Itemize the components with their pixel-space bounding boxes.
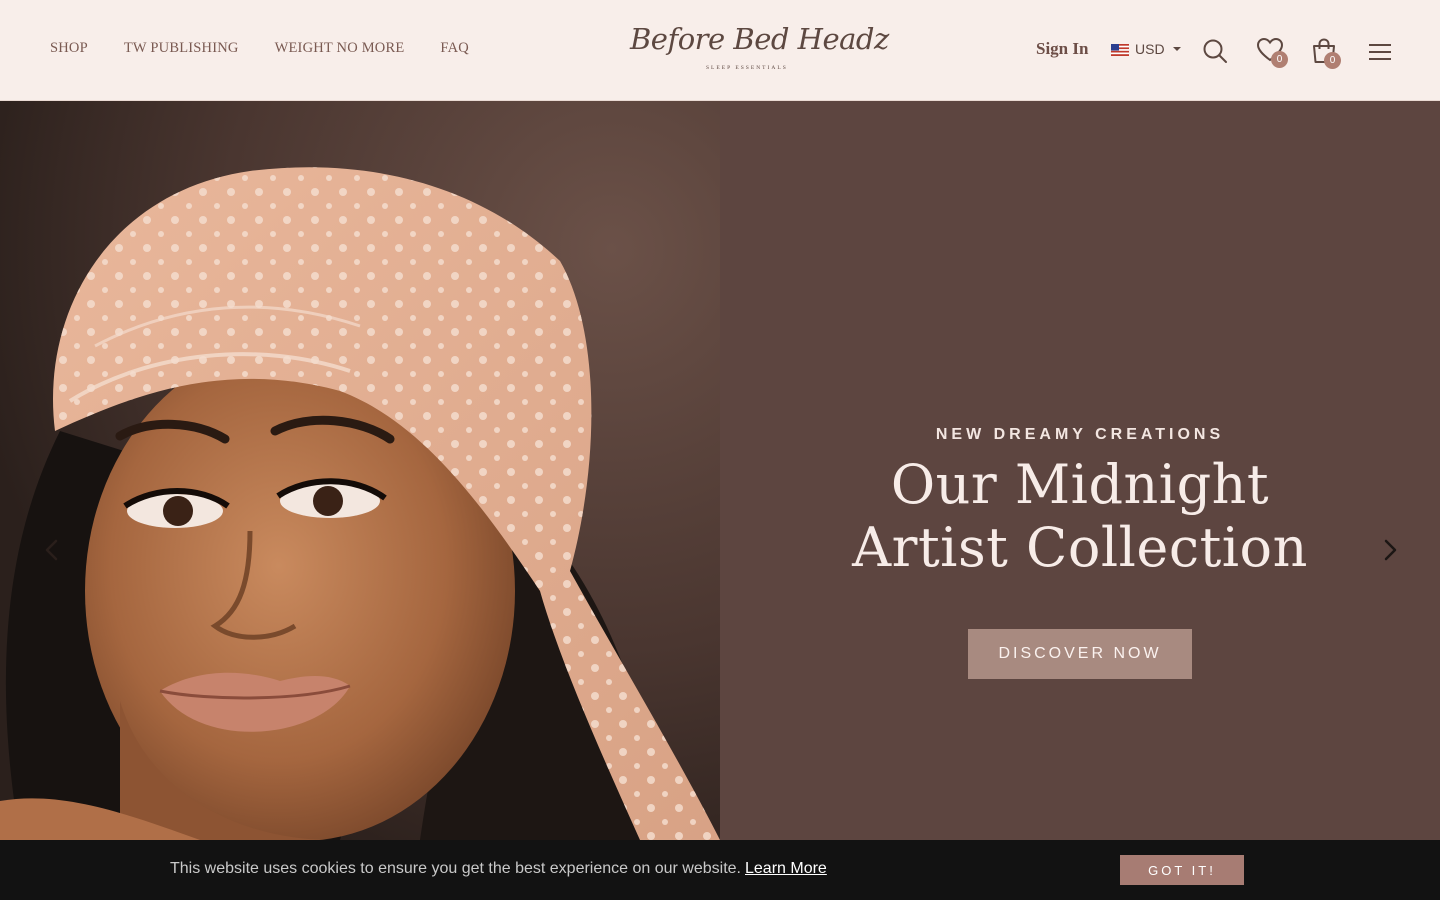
hero-kicker: NEW DREAMY CREATIONS [935,426,1225,443]
hero-text-panel: NEW DREAMY CREATIONS Our Midnight Artist… [720,101,1440,840]
logo-wordmark: Before Bed Headz [630,22,889,56]
hero-slider: NEW DREAMY CREATIONS Our Midnight Artist… [0,101,1440,840]
chevron-right-icon[interactable] [1378,538,1402,562]
nav-weight-no-more[interactable]: WEIGHT NO MORE [275,40,405,57]
learn-more-link[interactable]: Learn More [745,860,827,877]
search-icon[interactable] [1202,38,1228,64]
nav-tw-publishing[interactable]: TW PUBLISHING [124,40,239,57]
site-header: SHOP TW PUBLISHING WEIGHT NO MORE FAQ Be… [0,0,1440,101]
currency-selector[interactable]: USD [1111,41,1181,57]
hero-model-image [0,101,720,840]
cookie-message-wrap: This website uses cookies to ensure you … [170,860,827,878]
sign-in-link[interactable]: Sign In [1036,39,1088,59]
nav-shop[interactable]: SHOP [50,40,88,57]
brand-logo[interactable]: Before Bed Headz SLEEP ESSENTIALS [618,22,889,78]
discover-now-button[interactable]: DISCOVER NOW [968,629,1192,679]
got-it-button[interactable]: GOT IT! [1120,855,1244,885]
nav-faq[interactable]: FAQ [440,40,469,57]
wishlist-count-badge: 0 [1271,51,1288,68]
hero-headline-line-1: Our Midnight [890,453,1270,516]
cart-button[interactable]: 0 [1310,37,1344,71]
cookie-banner: This website uses cookies to ensure you … [0,840,1440,900]
hero-headline: Our Midnight Artist Collection [720,453,1440,579]
cart-count-badge: 0 [1324,52,1341,69]
currency-label: USD [1135,41,1165,57]
hero-headline-line-2: Artist Collection [852,516,1308,579]
logo-tagline: SLEEP ESSENTIALS [706,65,788,71]
hamburger-menu-icon[interactable] [1368,43,1392,61]
chevron-down-icon [1172,47,1181,51]
us-flag-icon [1111,43,1129,56]
wishlist-button[interactable]: 0 [1256,37,1288,68]
main-nav: SHOP TW PUBLISHING WEIGHT NO MORE FAQ [50,40,469,57]
chevron-left-icon[interactable] [40,538,64,562]
cookie-message: This website uses cookies to ensure you … [170,860,741,877]
